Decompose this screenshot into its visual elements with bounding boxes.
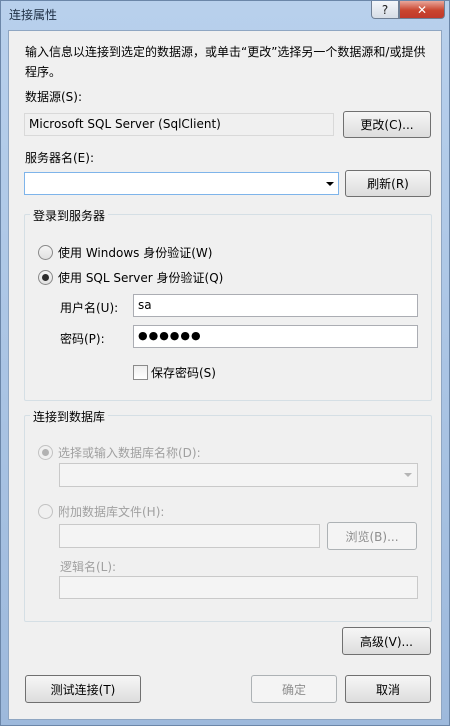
browse-button: 浏览(B)... — [327, 522, 417, 550]
windows-auth-label: 使用 Windows 身份验证(W) — [58, 246, 213, 260]
radio-selected-dot — [42, 274, 49, 281]
datasource-value: Microsoft SQL Server (SqlClient) — [29, 117, 221, 131]
test-connection-button[interactable]: 测试连接(T) — [25, 675, 141, 703]
ok-button: 确定 — [251, 675, 337, 703]
save-password-label: 保存密码(S) — [151, 366, 216, 380]
sql-auth-label: 使用 SQL Server 身份验证(Q) — [58, 271, 224, 285]
refresh-button[interactable]: 刷新(R) — [345, 170, 431, 197]
window-title: 连接属性 — [9, 8, 58, 22]
database-group-title: 连接到数据库 — [30, 408, 109, 425]
password-value: ●●●●●● — [138, 329, 202, 342]
help-icon: ? — [381, 2, 389, 17]
attach-file-radio — [38, 504, 53, 519]
datasource-label: 数据源(S): — [25, 90, 83, 104]
datasource-field: Microsoft SQL Server (SqlClient) — [24, 113, 334, 136]
server-label: 服务器名(E): — [25, 151, 94, 165]
help-button[interactable]: ? — [371, 1, 399, 19]
title-bar[interactable]: 连接属性 ? ✕ — [1, 1, 450, 27]
cancel-button[interactable]: 取消 — [345, 675, 431, 703]
windows-auth-option[interactable]: 使用 Windows 身份验证(W) — [38, 244, 212, 261]
login-group-title: 登录到服务器 — [30, 207, 109, 224]
attach-file-option: 附加数据库文件(H): — [38, 503, 164, 520]
password-label: 密码(P): — [60, 332, 105, 346]
close-icon: ✕ — [416, 2, 428, 17]
username-input[interactable]: sa — [133, 294, 418, 317]
intro-text: 输入信息以连接到选定的数据源，或单击“更改”选择另一个数据源和/或提供程序。 — [25, 45, 426, 79]
logical-name-input — [59, 576, 418, 599]
username-label: 用户名(U): — [60, 301, 119, 315]
save-password-option[interactable]: 保存密码(S) — [133, 364, 216, 381]
sql-auth-option[interactable]: 使用 SQL Server 身份验证(Q) — [38, 269, 223, 286]
password-input[interactable]: ●●●●●● — [133, 325, 418, 348]
close-button[interactable]: ✕ — [399, 1, 445, 19]
radio-selected-dot — [42, 449, 49, 456]
select-db-label: 选择或输入数据库名称(D): — [58, 446, 201, 460]
dropdown-arrow-icon — [404, 473, 412, 477]
select-db-option: 选择或输入数据库名称(D): — [38, 444, 201, 461]
dropdown-arrow-icon[interactable] — [326, 181, 334, 186]
logical-name-label: 逻辑名(L): — [60, 560, 117, 574]
attach-file-input — [59, 524, 320, 548]
database-combobox — [59, 463, 418, 487]
server-combobox[interactable] — [24, 172, 339, 195]
change-button[interactable]: 更改(C)... — [343, 111, 431, 138]
sql-auth-radio[interactable] — [38, 270, 53, 285]
username-value: sa — [138, 298, 152, 312]
save-password-checkbox[interactable] — [133, 365, 148, 380]
windows-auth-radio[interactable] — [38, 245, 53, 260]
select-db-radio — [38, 445, 53, 460]
attach-file-label: 附加数据库文件(H): — [58, 505, 165, 519]
advanced-button[interactable]: 高级(V)... — [342, 627, 431, 655]
